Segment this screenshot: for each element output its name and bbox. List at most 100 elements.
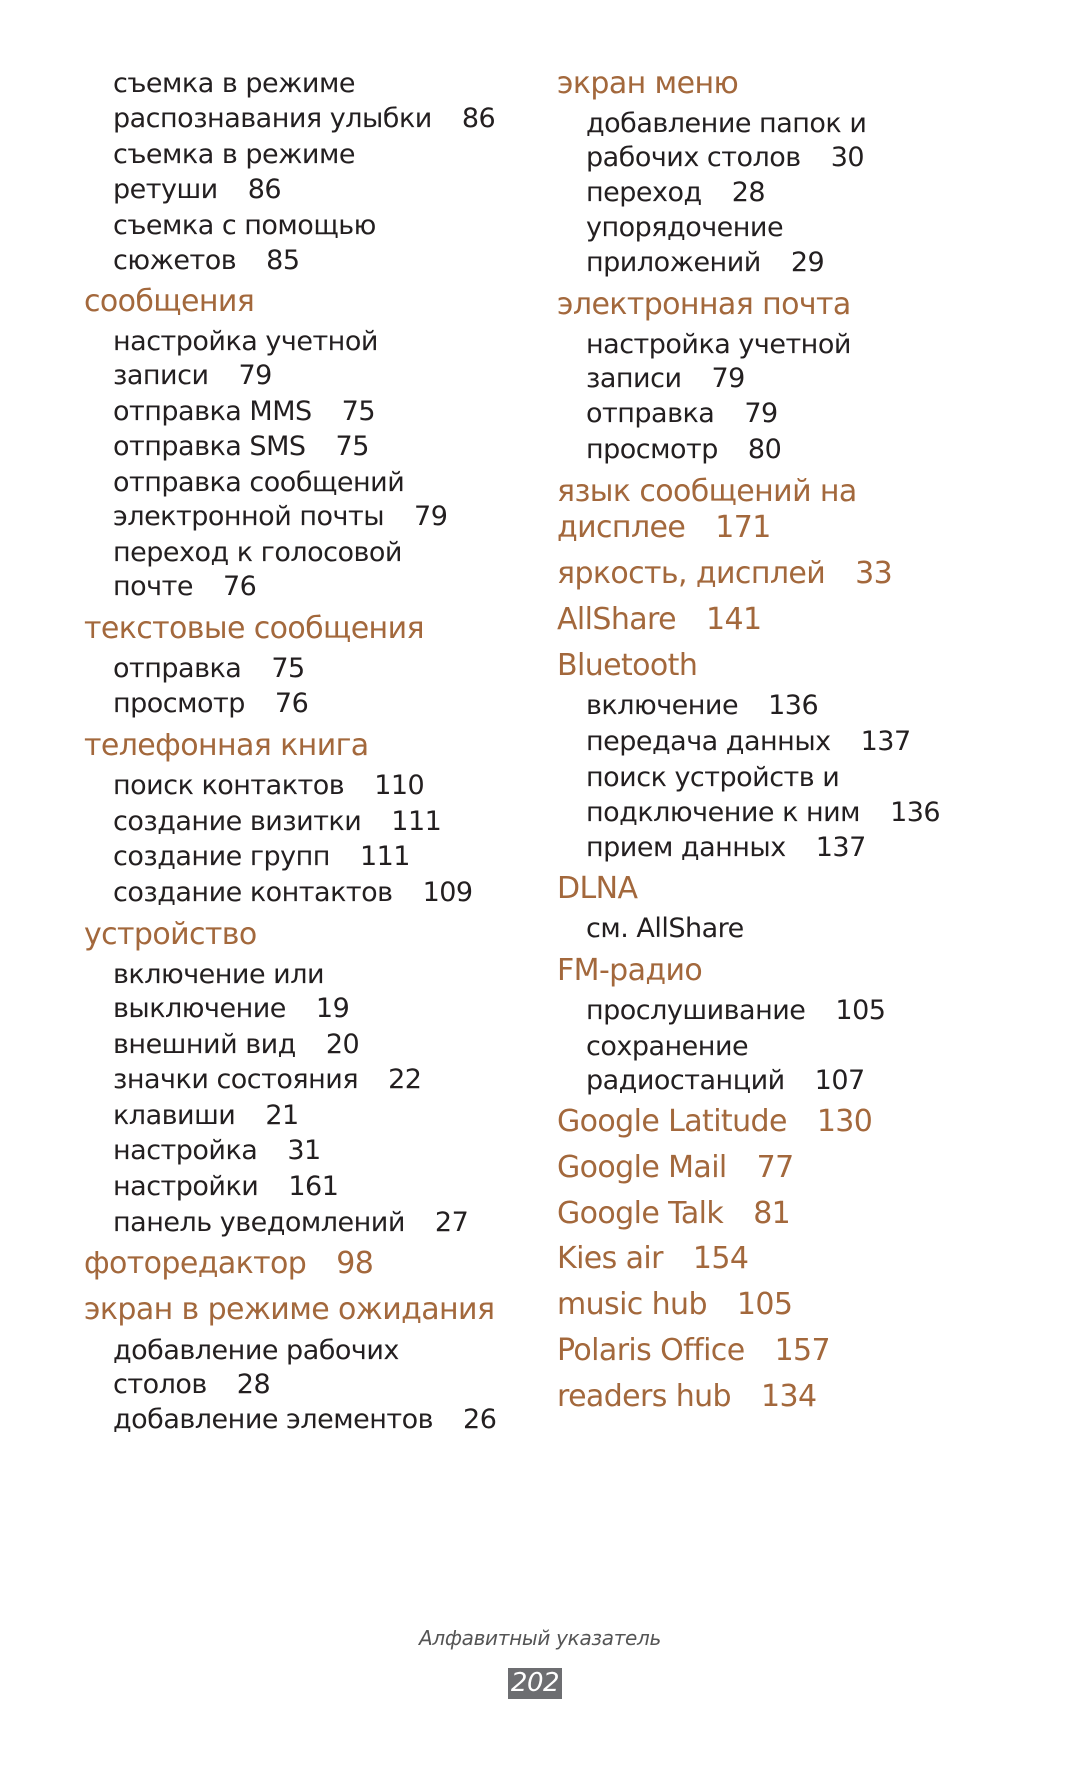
entry-text: просмотр	[113, 688, 245, 719]
index-subentry: съемка с помощью	[113, 206, 376, 245]
page-reference: 26	[463, 1404, 497, 1435]
index-subentry: прослушивание 105	[586, 991, 886, 1030]
entry-text: записи	[113, 360, 209, 391]
index-subentry: значки состояния 22	[113, 1060, 422, 1099]
page-reference: 154	[692, 1241, 749, 1276]
page-reference: 137	[815, 832, 867, 863]
entry-text: добавление элементов	[113, 1404, 434, 1435]
page-reference: 20	[325, 1029, 360, 1060]
index-heading: текстовые сообщения	[84, 609, 425, 649]
entry-text: Google Talk	[557, 1196, 724, 1231]
index-heading: Polaris Office 157	[557, 1331, 831, 1371]
page-reference: 27	[434, 1207, 469, 1238]
page-reference: 110	[374, 770, 425, 801]
index-subentry: столов 28	[113, 1365, 271, 1404]
index-heading: Bluetooth	[557, 646, 698, 686]
page-reference: 137	[860, 726, 912, 757]
index-heading: яркость, дисплей 33	[557, 554, 893, 594]
index-subentry: отправка SMS 75	[113, 427, 369, 466]
index-subentry: добавление элементов 26	[113, 1400, 497, 1439]
page-reference: 76	[274, 688, 309, 719]
entry-text: добавление рабочих	[113, 1335, 399, 1366]
entry-text: просмотр	[586, 434, 718, 465]
index-heading: сообщения	[84, 282, 255, 322]
entry-text: сюжетов	[113, 245, 237, 276]
page-reference: 30	[830, 142, 865, 173]
entry-text: внешний вид	[113, 1029, 296, 1060]
page-reference: 111	[391, 806, 442, 837]
page-reference: 111	[359, 841, 411, 872]
entry-text: создание групп	[113, 841, 330, 872]
entry-text: подключение к ним	[586, 797, 861, 828]
page-reference: 21	[265, 1100, 299, 1131]
index-subentry: см. AllShare	[586, 909, 744, 948]
entry-text: клавиши	[113, 1100, 236, 1131]
index-subentry: отправка MMS 75	[113, 392, 376, 431]
index-subentry: настройки 161	[113, 1167, 339, 1206]
entry-text: AllShare	[557, 602, 677, 637]
index-subentry: панель уведомлений 27	[113, 1203, 469, 1242]
entry-text: FM-радио	[557, 953, 703, 988]
entry-text: упорядочение	[586, 212, 784, 243]
index-heading: дисплее 171	[557, 508, 771, 548]
entry-text: добавление папок и	[586, 108, 867, 139]
index-heading: телефонная книга	[84, 726, 369, 766]
index-subentry: почте 76	[113, 567, 257, 606]
entry-text: фоторедактор	[84, 1246, 307, 1281]
index-subentry: включение 136	[586, 686, 819, 725]
entry-text: выключение	[113, 993, 286, 1024]
index-heading: music hub 105	[557, 1285, 793, 1325]
entry-text: сохранение	[586, 1031, 749, 1062]
page-reference: 29	[790, 247, 825, 278]
entry-text: переход к голосовой	[113, 537, 402, 568]
page-reference: 76	[222, 571, 257, 602]
entry-text: съемка с помощью	[113, 210, 376, 241]
index-subentry: приложений 29	[586, 243, 825, 282]
index-subentry: записи 79	[586, 359, 745, 398]
entry-text: DLNA	[557, 871, 638, 906]
page-reference: 77	[756, 1150, 795, 1185]
index-subentry: сюжетов 85	[113, 241, 300, 280]
index-heading: AllShare 141	[557, 600, 762, 640]
index-subentry: выключение 19	[113, 989, 350, 1028]
index-subentry: электронной почты 79	[113, 497, 448, 536]
page-reference: 141	[705, 602, 762, 637]
entry-text: передача данных	[586, 726, 831, 757]
index-subentry: записи 79	[113, 356, 272, 395]
index-heading: экран в режиме ожидания	[84, 1290, 495, 1330]
page-reference: 75	[341, 396, 376, 427]
index-subentry: съемка в режиме	[113, 64, 355, 103]
index-subentry: просмотр 76	[113, 684, 309, 723]
index-subentry: ретуши 86	[113, 170, 282, 209]
entry-text: поиск устройств и	[586, 762, 840, 793]
entry-text: значки состояния	[113, 1064, 359, 1095]
index-heading: Google Talk 81	[557, 1194, 791, 1234]
entry-text: readers hub	[557, 1379, 732, 1414]
page-reference: 28	[731, 177, 766, 208]
entry-text: настройка учетной	[113, 326, 378, 357]
index-subentry: съемка в режиме	[113, 135, 355, 174]
entry-text: создание визитки	[113, 806, 362, 837]
entry-text: прием данных	[586, 832, 786, 863]
index-subentry: настройка 31	[113, 1131, 321, 1170]
entry-text: Google Mail	[557, 1150, 727, 1185]
entry-text: приложений	[586, 247, 761, 278]
index-subentry: просмотр 80	[586, 430, 782, 469]
entry-text: поиск контактов	[113, 770, 345, 801]
entry-text: см. AllShare	[586, 913, 744, 944]
index-subentry: передача данных 137	[586, 722, 911, 761]
index-heading: FM-радио	[557, 951, 703, 991]
index-subentry: создание групп 111	[113, 837, 410, 876]
entry-text: включение	[586, 690, 739, 721]
page-reference: 136	[890, 797, 941, 828]
page-reference: 80	[747, 434, 782, 465]
index-heading: Kies air 154	[557, 1239, 749, 1279]
entry-text: съемка в режиме	[113, 68, 355, 99]
entry-text: экран меню	[557, 66, 739, 101]
index-subentry: поиск устройств и	[586, 758, 840, 797]
page-reference: 75	[271, 653, 305, 684]
index-heading: readers hub 134	[557, 1377, 817, 1417]
page-reference: 85	[266, 245, 300, 276]
index-heading: DLNA	[557, 869, 638, 909]
entry-text: рабочих столов	[586, 142, 801, 173]
